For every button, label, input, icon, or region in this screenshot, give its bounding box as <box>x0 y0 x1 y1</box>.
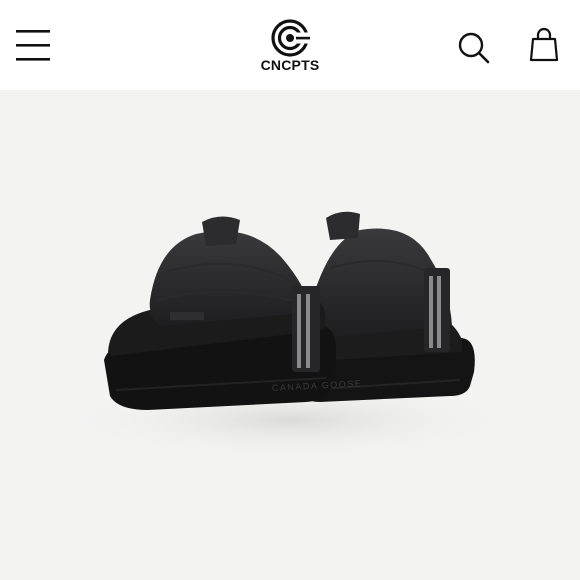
site-header: CNCPTS <box>0 0 580 90</box>
brand-logo[interactable]: CNCPTS <box>240 14 340 74</box>
hamburger-menu-icon <box>16 30 50 61</box>
shopping-bag-icon <box>529 27 559 62</box>
search-button[interactable] <box>452 28 496 68</box>
menu-button[interactable] <box>10 24 58 68</box>
brand-name: CNCPTS <box>260 57 320 73</box>
app-window: CNCPTS CANADA GOOSE <box>0 0 580 580</box>
product-image[interactable]: CANADA GOOSE <box>0 90 580 580</box>
cart-button[interactable] <box>524 26 564 68</box>
search-icon <box>458 32 490 64</box>
shoe-pair-photo: CANADA GOOSE <box>60 211 520 460</box>
cncpts-logo-mark-icon <box>271 19 310 57</box>
